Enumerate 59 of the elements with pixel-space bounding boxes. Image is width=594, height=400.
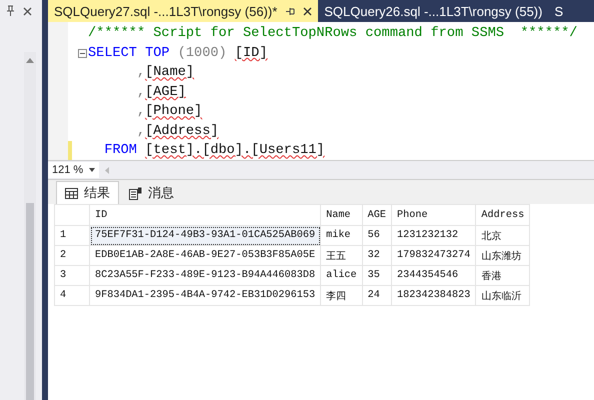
identifier-text: [Name] <box>145 65 194 80</box>
identifier-text: [test].[dbo].[Users11] <box>145 143 325 158</box>
code-text: , <box>136 65 146 80</box>
identifier-text: [ID] <box>234 46 268 61</box>
scroll-up-icon[interactable] <box>26 58 34 63</box>
code-text: , <box>136 84 146 100</box>
table-cell: mike <box>320 226 362 246</box>
code-text: (1000) <box>176 46 228 61</box>
code-comment: /****** Script for SelectTopNRows command from SSMS ******/ <box>88 26 578 42</box>
sql-keyword: SELECT TOP <box>88 46 170 61</box>
table-cell: 王五 <box>320 246 362 266</box>
results-tab[interactable]: 结果 <box>56 181 119 204</box>
scroll-thumb[interactable] <box>26 203 34 400</box>
table-cell: 香港 <box>476 266 530 286</box>
table-cell: 35 <box>362 266 392 286</box>
table-cell: 32 <box>362 246 392 266</box>
close-icon[interactable] <box>23 6 32 16</box>
table-cell: 北京 <box>476 226 530 246</box>
table-cell: 75EF7F31-D124-49B3-93A1-01CA525AB069 <box>90 226 321 246</box>
table-cell: 山东潍坊 <box>476 246 530 266</box>
results-tab[interactable]: 消息 <box>121 182 182 204</box>
identifier-text: [AGE] <box>145 84 186 100</box>
table-cell: 24 <box>362 286 392 306</box>
table-cell: 2344354546 <box>392 266 476 286</box>
close-icon[interactable] <box>303 6 312 16</box>
identifier-text: [Address] <box>145 124 219 139</box>
caret-icon <box>89 168 96 172</box>
code-text: , <box>136 104 146 120</box>
scrollbar[interactable] <box>24 52 36 400</box>
row-number[interactable]: 2 <box>54 246 90 266</box>
column-header[interactable]: Address <box>476 204 530 226</box>
document-tab[interactable]: SQLQuery27.sql -...1L3T\rongsy (56))* <box>48 0 318 22</box>
table-cell: 182342384823 <box>392 286 476 306</box>
message-icon <box>129 186 142 200</box>
column-header[interactable]: AGE <box>362 204 392 226</box>
code-text: , <box>136 124 146 139</box>
table-cell: 1231232132 <box>392 226 476 246</box>
pin-icon[interactable] <box>6 5 15 17</box>
table-cell: 9F834DA1-2395-4B4A-9742-EB31D0296153 <box>90 286 321 306</box>
grid-icon <box>65 188 78 198</box>
column-header[interactable]: Phone <box>392 204 476 226</box>
column-header[interactable]: Name <box>320 204 362 226</box>
sql-keyword: FROM <box>103 143 138 158</box>
identifier-text: [Phone] <box>145 104 202 120</box>
table-cell: 179832473274 <box>392 246 476 266</box>
table-cell: 山东临沂 <box>476 286 530 306</box>
table-cell: EDB0E1AB-2A8E-46AB-9E27-053B3F85A05E <box>90 246 321 266</box>
zoom-dropdown[interactable]: 121 % <box>48 162 100 178</box>
document-tab[interactable]: SQLQuery26.sql -...1L3T\rongsy (55)) <box>318 0 548 22</box>
table-cell: 56 <box>362 226 392 246</box>
document-tab[interactable]: S <box>548 0 570 22</box>
row-number[interactable]: 4 <box>54 286 90 306</box>
column-header[interactable]: ID <box>90 204 321 226</box>
table-cell: 李四 <box>320 286 362 306</box>
collapse-icon[interactable] <box>78 48 87 58</box>
table-cell: alice <box>320 266 362 286</box>
table-cell: 8C23A55F-F233-489E-9123-B94A446083D8 <box>90 266 321 286</box>
pin-icon[interactable] <box>285 6 296 16</box>
row-number[interactable]: 3 <box>54 266 90 286</box>
